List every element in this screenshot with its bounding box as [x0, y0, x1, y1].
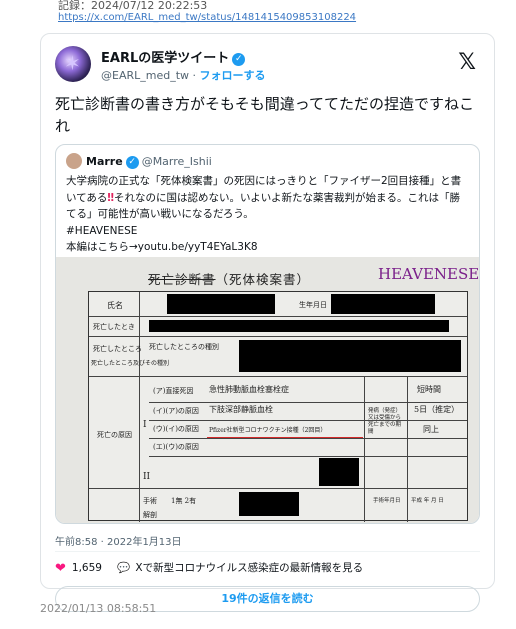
label-year-month: 平成 年 月 日	[411, 498, 444, 504]
sheet-line	[89, 316, 467, 317]
like-count[interactable]: 1,659	[72, 562, 102, 574]
quoted-tweet[interactable]: Marre ✓ @Marre_Ishii 大学病院の正式な「死体検案書」の死因にはっ…	[55, 144, 480, 524]
quote-text-part2: それなのに国は認めない。いよいよ新たな薬害裁判が始まる。これは「勝てる」可能性が…	[66, 191, 461, 221]
sheet-line	[89, 376, 467, 377]
record-url-link[interactable]: https://x.com/EARL_med_tw/status/1481415…	[58, 11, 498, 25]
double-exclamation-icon: ‼	[107, 191, 114, 204]
display-name-text: EARLの医学ツイート	[101, 51, 230, 66]
quote-avatar	[66, 153, 82, 169]
label-cause-b: (イ)(ア)の原因	[153, 407, 199, 415]
duration-c-text: 同上	[423, 425, 439, 434]
quote-hashtag[interactable]: #HEAVENESE	[66, 225, 137, 237]
label-cause-d: (エ)(ウ)の原因	[153, 443, 199, 451]
heart-icon[interactable]: ❤	[55, 561, 66, 576]
tweet-timestamp[interactable]: 午前8:58 · 2022年1月13日	[55, 533, 182, 548]
cause-a-text: 急性肺動脈血栓塞栓症	[209, 385, 289, 394]
redaction-block	[331, 294, 435, 314]
document-title-struck: 死亡診断書	[148, 272, 216, 287]
sheet-line	[149, 438, 467, 439]
redaction-block	[239, 340, 461, 372]
document-title-rest: （死体検案書）	[215, 272, 311, 287]
sheet-line	[407, 376, 408, 522]
label-death-place: 死亡したところ	[93, 345, 142, 353]
x-logo-icon[interactable]: 𝕏	[458, 50, 476, 75]
avatar-glyph: ✶	[64, 51, 81, 75]
label-op-date: 手術年月日	[373, 498, 401, 504]
verified-badge-icon: ✓	[232, 53, 246, 66]
label-cause: 死亡の原因	[97, 431, 132, 439]
tweet-text: 死亡診断書の書き方がそもそも間違っててただの捏造ですねこれ	[55, 95, 474, 135]
sheet-line	[89, 336, 467, 337]
quote-header: Marre ✓ @Marre_Ishii	[66, 153, 212, 171]
label-interval: 発病（発症）又は受傷から死亡までの期間	[368, 408, 402, 435]
redaction-block	[149, 320, 449, 332]
redaction-block	[239, 492, 299, 516]
quote-text: 大学病院の正式な「死体検案書」の死因にはっきりと「ファイザー2回目接種」と書いて…	[66, 173, 466, 256]
sheet-line	[149, 420, 467, 421]
duration-b-text: 5日（推定）	[414, 405, 460, 414]
record-date: 記録：2024/07/12 20:22:53	[58, 0, 208, 10]
document-sheet: 氏名 生年月日 死亡したとき 死亡したところの種別 死亡したところ 死亡したとこ…	[88, 291, 468, 522]
follow-button[interactable]: フォローする	[200, 69, 266, 82]
label-roman2: II	[143, 472, 151, 482]
label-surgery: 手術	[143, 497, 157, 505]
tweet-header: ✶ EARLの医学ツイート ✓ @EARL_med_tw · フォローする 𝕏	[55, 46, 480, 86]
label-death-time: 死亡したとき	[93, 323, 135, 331]
label-place-type: 死亡したところの種別	[149, 343, 219, 351]
redaction-block	[167, 294, 275, 314]
record-meta: 記録：2024/07/12 20:22:53 https://x.com/EAR…	[58, 0, 498, 25]
sheet-line	[139, 292, 140, 522]
document-title: 死亡診断書（死体検案書）	[148, 269, 310, 288]
covid-info-link[interactable]: Xで新型コロナウイルス感染症の最新情報を見る	[135, 562, 363, 574]
label-name: 氏名	[107, 301, 123, 310]
label-death-place-2: 死亡したところ及びその種別	[91, 360, 170, 367]
separator: ·	[192, 69, 197, 82]
sheet-line	[149, 402, 467, 403]
cause-b-text: 下肢深部静脈血栓	[209, 405, 273, 414]
label-direct-cause: (ア)直接死因	[153, 387, 194, 395]
quote-handle: @Marre_Ishii	[141, 155, 212, 168]
divider	[55, 551, 480, 552]
display-name[interactable]: EARLの医学ツイート ✓	[101, 47, 246, 66]
quote-document-image: 死亡診断書（死体検案書） HEAVENESE 氏名 生年月日 死亡したとき 死亡…	[56, 257, 479, 523]
highlight-underline	[207, 437, 363, 438]
avatar[interactable]: ✶	[55, 46, 91, 82]
label-birth: 生年月日	[299, 301, 327, 309]
quote-link-line[interactable]: 本編はこちら→youtu.be/yyT4EYaL3K8	[66, 241, 258, 253]
quote-verified-badge-icon: ✓	[125, 156, 139, 169]
label-cause-c: (ウ)(イ)の原因	[153, 425, 199, 433]
footer-date: 2022/01/13 08:58:51	[40, 602, 157, 615]
label-roman1: I	[143, 420, 147, 430]
tweet-card: ✶ EARLの医学ツイート ✓ @EARL_med_tw · フォローする 𝕏 死…	[40, 33, 495, 612]
label-autopsy: 解剖	[143, 511, 157, 519]
speech-bubble-icon: 💬	[117, 562, 131, 574]
sheet-line	[364, 376, 365, 522]
duration-a-text: 短時間	[417, 385, 441, 394]
document-brand-logo: HEAVENESE	[378, 265, 479, 283]
tweet-actions: ❤ 1,659 💬 Xで新型コロナウイルス感染症の最新情報を見る	[55, 560, 363, 576]
redaction-block	[319, 458, 359, 486]
sheet-line	[89, 488, 467, 489]
cause-c-text: Pfizer社新型コロナワクチン接種（2回目）	[209, 427, 327, 434]
handle-row: @EARL_med_tw · フォローする	[101, 67, 266, 83]
quote-display-name: Marre	[86, 155, 123, 168]
label-none: 1無 2有	[171, 497, 197, 505]
handle[interactable]: @EARL_med_tw	[101, 69, 189, 82]
sheet-line	[149, 456, 467, 457]
